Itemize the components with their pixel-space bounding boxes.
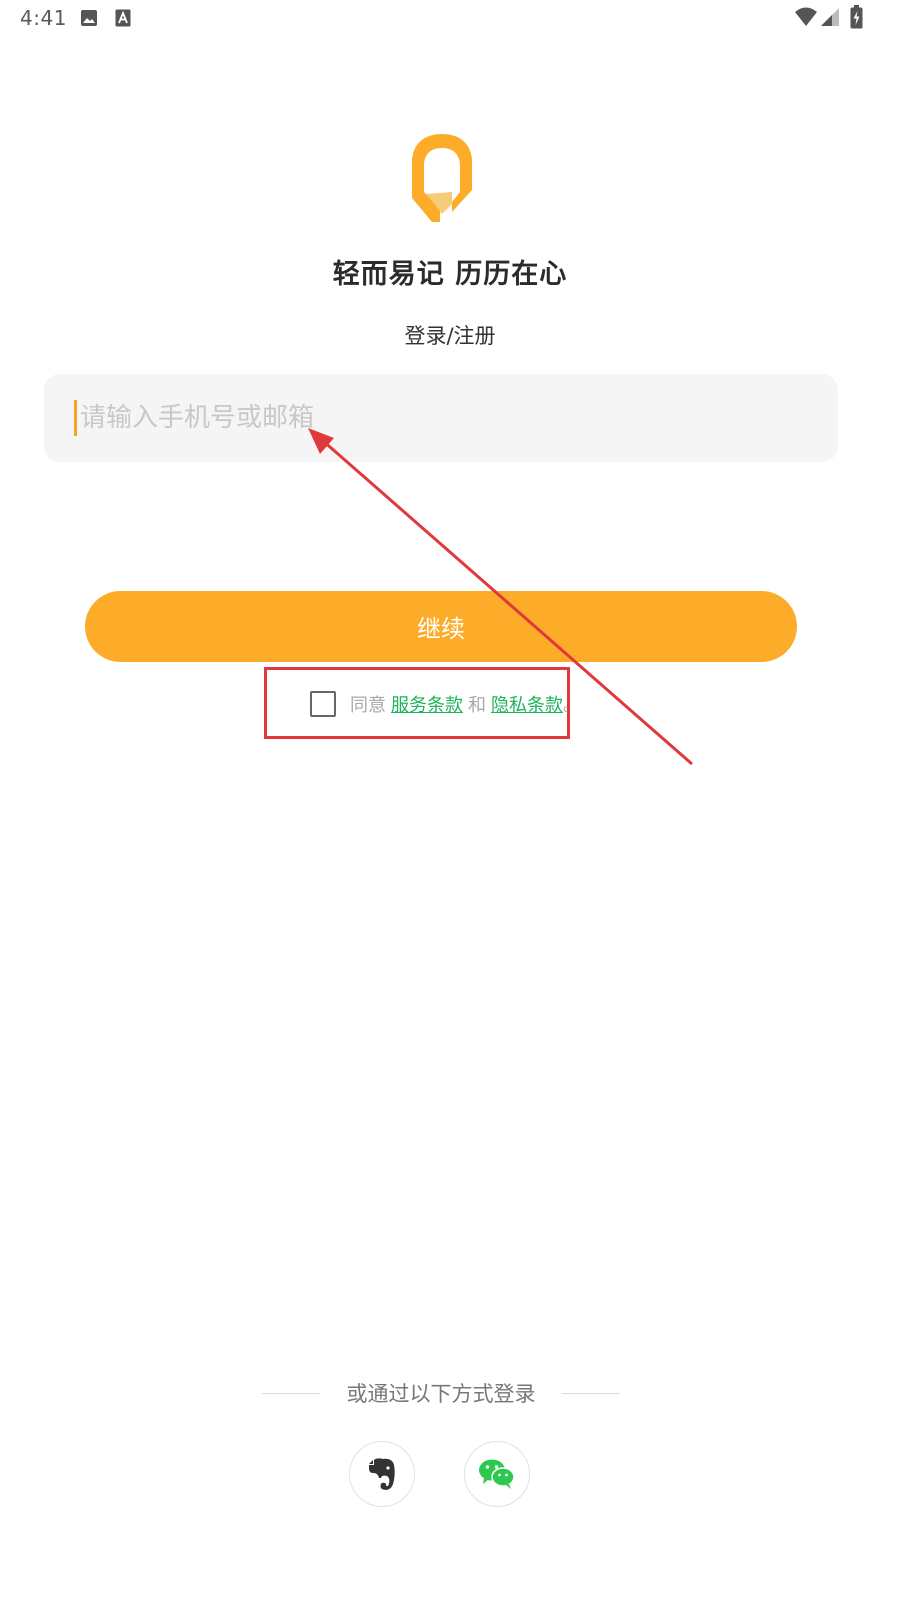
- divider-line-left: [262, 1393, 320, 1394]
- phone-email-input[interactable]: [76, 374, 824, 462]
- status-bar: 4:41: [0, 0, 900, 36]
- alt-login-label: 或通过以下方式登录: [346, 1382, 536, 1406]
- wifi-icon: [795, 7, 817, 26]
- text-notification-icon: [115, 9, 131, 27]
- agree-checkbox[interactable]: [310, 691, 336, 717]
- evernote-icon: [369, 1458, 395, 1490]
- battery-charging-icon: [850, 5, 863, 29]
- annotation-arrow: [308, 428, 693, 766]
- app-slogan: 轻而易记 历历在心: [332, 259, 568, 290]
- privacy-policy-link[interactable]: 隐私条款: [491, 691, 563, 717]
- login-title: 登录/注册: [404, 324, 496, 348]
- wechat-icon: [479, 1459, 515, 1489]
- agreement-row: 同意 服务条款 和 隐私条款 。: [310, 688, 581, 720]
- continue-button[interactable]: 继续: [85, 591, 797, 662]
- login-screen: 4:41 轻而易记 历历在心 登录/注册 继续: [0, 0, 900, 1600]
- signal-icon: [821, 8, 839, 26]
- terms-of-service-link[interactable]: 服务条款: [391, 691, 463, 717]
- agreement-suffix: 。: [563, 695, 581, 716]
- agreement-prefix: 同意: [350, 695, 386, 716]
- agreement-conjunction: 和: [468, 695, 486, 716]
- alt-login-divider: 或通过以下方式登录: [0, 1378, 900, 1408]
- image-notification-icon: [81, 10, 97, 26]
- status-time: 4:41: [20, 6, 67, 30]
- evernote-login-button[interactable]: [349, 1441, 415, 1507]
- wechat-login-button[interactable]: [464, 1441, 530, 1507]
- phone-email-field[interactable]: [44, 374, 838, 462]
- divider-line-right: [562, 1393, 620, 1394]
- app-logo-icon: [412, 134, 472, 222]
